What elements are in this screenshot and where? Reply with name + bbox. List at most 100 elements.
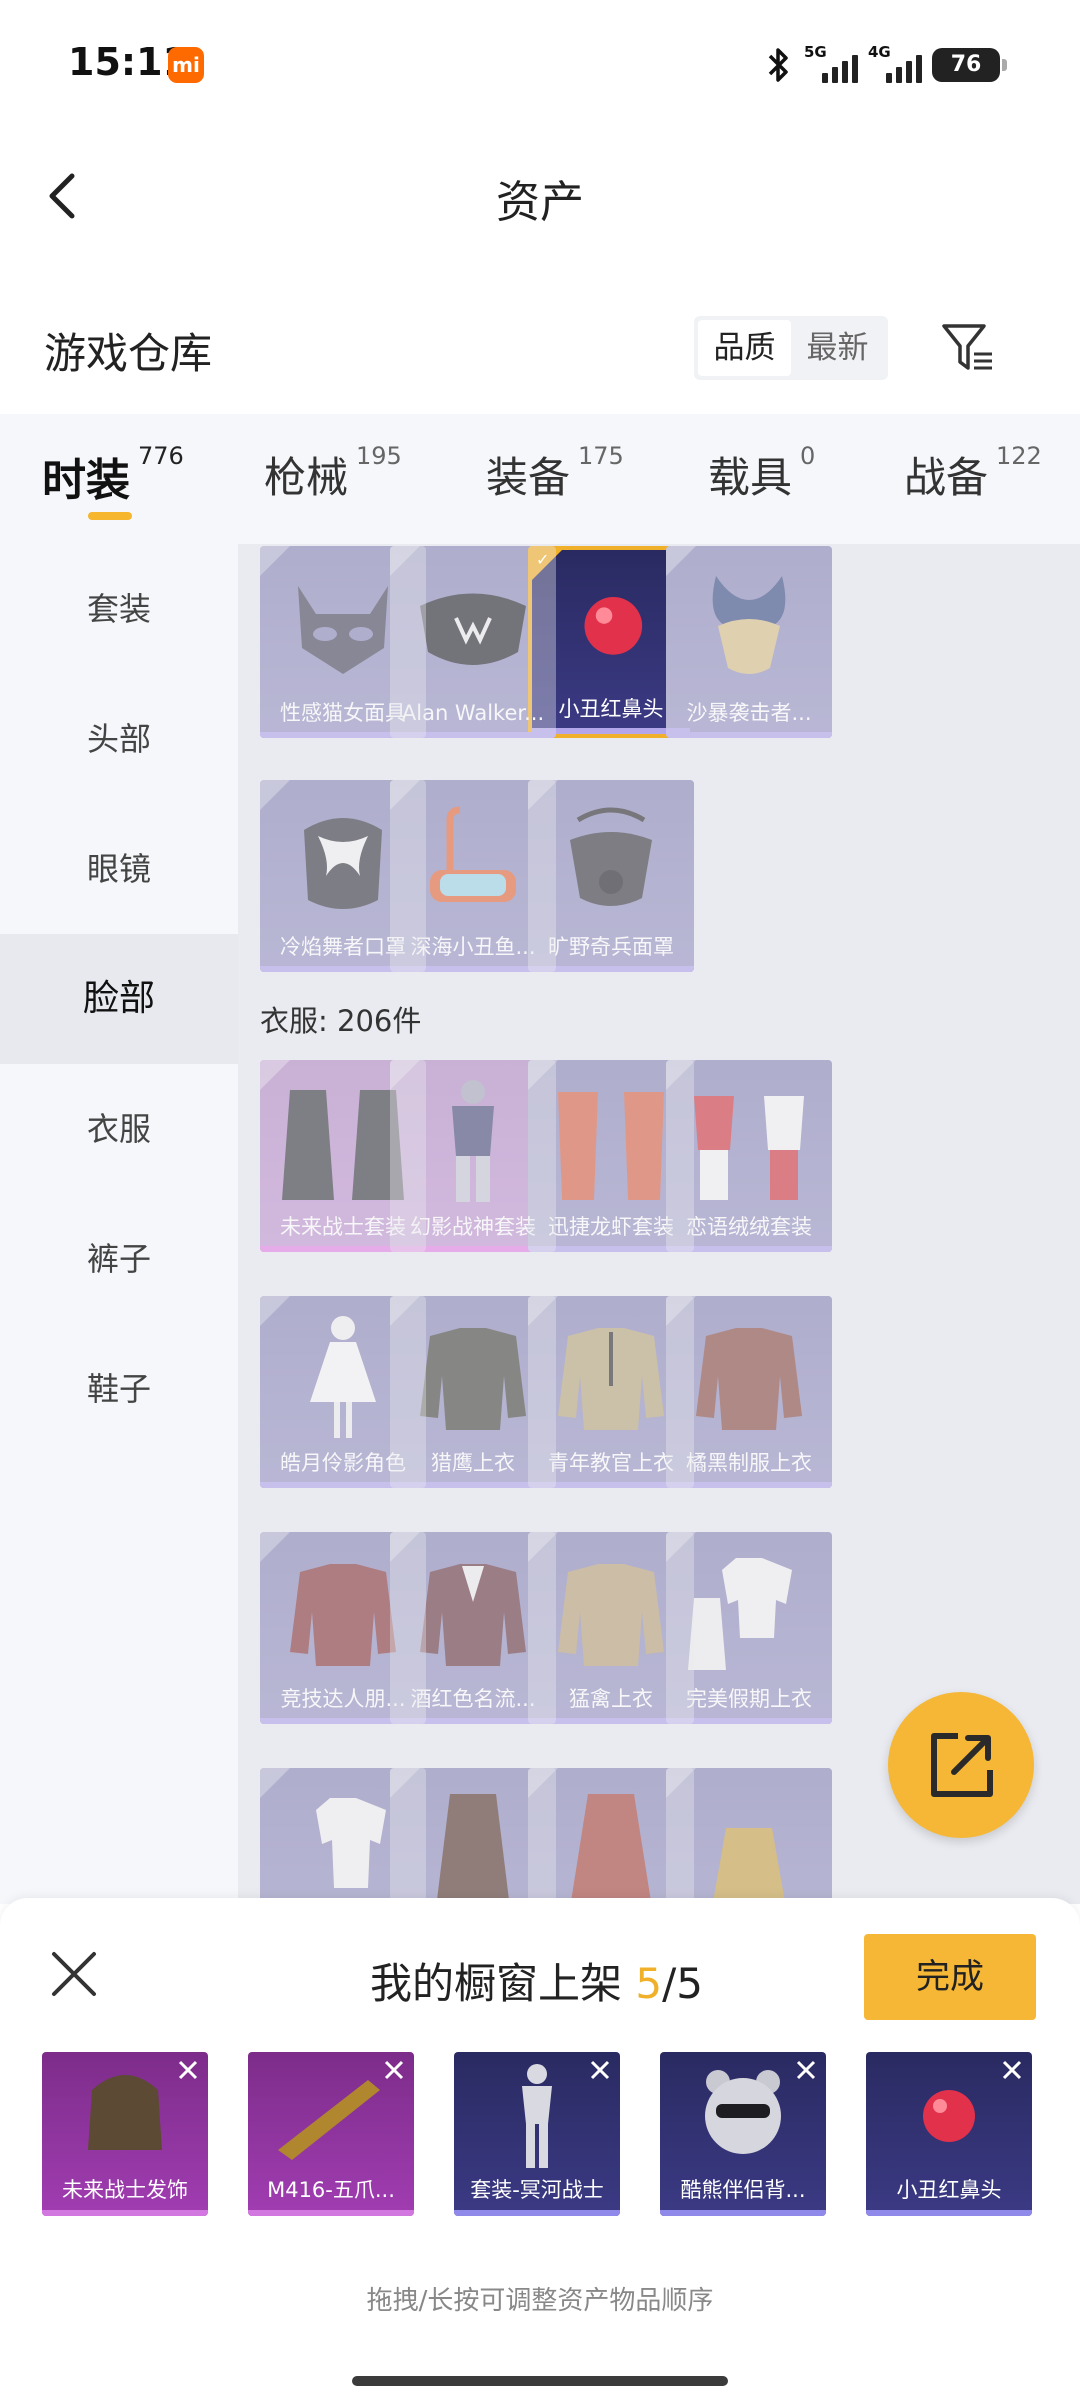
- face-mask-icon: [420, 593, 526, 665]
- battery-icon: 76: [932, 48, 1007, 82]
- subcategory-sidebar: 套装 头部 眼镜 脸部 衣服 裤子 鞋子: [0, 544, 238, 1904]
- filter-icon[interactable]: [938, 318, 998, 378]
- sort-toggle: 品质 最新: [694, 316, 888, 380]
- item-card[interactable]: [666, 1768, 832, 1904]
- showcase-count-separator: /: [662, 1959, 677, 2008]
- tab-weapons[interactable]: 枪械 195: [264, 442, 402, 505]
- rarity-strip: [248, 2210, 414, 2216]
- check-corner: [528, 780, 558, 810]
- bluetooth-icon: [768, 48, 788, 82]
- item-card[interactable]: 恋语绒绒套装: [666, 1060, 832, 1252]
- showcase-list: 未来战士发饰 M416-五爪... 套装-冥河战士 酷熊伴侣背... 小丑红鼻头: [42, 2052, 1042, 2216]
- item-card[interactable]: 沙暴袭击者...: [666, 546, 832, 738]
- rarity-strip: [666, 1718, 832, 1724]
- sort-newest-button[interactable]: 最新: [791, 320, 884, 376]
- rarity-strip: [390, 732, 556, 738]
- item-label: 恋语绒绒套装: [686, 1215, 812, 1239]
- check-corner: [390, 780, 420, 810]
- check-corner: [528, 1532, 558, 1562]
- item-label: Alan Walker...: [401, 701, 545, 725]
- showcase-item-label: 套装-冥河战士: [470, 2178, 604, 2202]
- showcase-current-count: 5: [635, 1959, 663, 2008]
- golden-mask-icon: [712, 576, 786, 674]
- share-icon: [931, 1733, 993, 1797]
- jacket-icon: [712, 1828, 786, 1904]
- showcase-item[interactable]: 套装-冥河战士: [454, 2052, 620, 2216]
- showcase-item[interactable]: 酷熊伴侣背...: [660, 2052, 826, 2216]
- remove-icon[interactable]: [792, 2056, 820, 2084]
- check-corner: [666, 1296, 696, 1326]
- sidebar-item-outfit[interactable]: 套装: [0, 544, 238, 674]
- showcase-item[interactable]: 未来战士发饰: [42, 2052, 208, 2216]
- sidebar-item-head[interactable]: 头部: [0, 674, 238, 804]
- tab-label: 装备: [486, 453, 571, 502]
- showcase-item-label: M416-五爪...: [267, 2178, 395, 2202]
- tab-count: 122: [996, 442, 1042, 470]
- check-corner: [260, 1532, 290, 1562]
- category-tabs: 时装 776 枪械 195 装备 175 载具 0 战备 122: [0, 414, 1080, 544]
- item-card[interactable]: 旷野奇兵面罩: [528, 780, 694, 972]
- respirator-icon: [570, 807, 652, 906]
- done-button[interactable]: 完成: [864, 1934, 1036, 2020]
- check-corner: [666, 1060, 696, 1090]
- check-corner: [390, 546, 420, 576]
- close-icon[interactable]: [48, 1948, 100, 2000]
- shirt-icon: [688, 1558, 792, 1670]
- remove-icon[interactable]: [998, 2056, 1026, 2084]
- showcase-title: 我的橱窗上架 5/5: [370, 1950, 703, 2011]
- tab-supplies[interactable]: 战备 122: [904, 442, 1042, 505]
- item-card[interactable]: Alan Walker...: [390, 546, 556, 738]
- status-bar: 15:11 mi 5G 4G 76: [0, 0, 1080, 130]
- item-card[interactable]: 橘黑制服上衣: [666, 1296, 832, 1488]
- check-corner: [390, 1060, 420, 1090]
- status-icons: 5G 4G 76: [764, 40, 1007, 90]
- tab-equipment[interactable]: 装备 175: [486, 442, 624, 505]
- showcase-total-count: 5: [676, 1959, 703, 2008]
- check-corner: [390, 1532, 420, 1562]
- showcase-item[interactable]: 小丑红鼻头: [866, 2052, 1032, 2216]
- check-corner: [260, 546, 290, 576]
- check-corner: [666, 1768, 696, 1798]
- clothes-section-label: 衣服: 206件: [260, 1004, 422, 1038]
- home-indicator[interactable]: [352, 2376, 728, 2386]
- tab-fashion[interactable]: 时装 776: [42, 442, 184, 508]
- remove-icon[interactable]: [586, 2056, 614, 2084]
- tab-count: 175: [578, 442, 624, 470]
- check-corner: [390, 1296, 420, 1326]
- app-header: 资产: [0, 140, 1080, 250]
- check-corner: [260, 1768, 290, 1798]
- signal-4g-label: 4G: [868, 43, 891, 61]
- sidebar-item-pants[interactable]: 裤子: [0, 1194, 238, 1324]
- showcase-item-label: 小丑红鼻头: [896, 2178, 1002, 2202]
- reorder-hint: 拖拽/长按可调整资产物品顺序: [366, 2286, 714, 2316]
- sidebar-item-clothes[interactable]: 衣服: [0, 1064, 238, 1194]
- rarity-strip: [666, 1246, 832, 1252]
- remove-icon[interactable]: [174, 2056, 202, 2084]
- item-card[interactable]: 完美假期上衣: [666, 1532, 832, 1724]
- rarity-strip: [42, 2210, 208, 2216]
- warehouse-title: 游戏仓库: [44, 329, 213, 378]
- showcase-panel: 我的橱窗上架 5/5 完成 未来战士发饰 M416-五爪... 套装-冥河战士 …: [0, 1898, 1080, 2403]
- page-title: 资产: [496, 177, 584, 228]
- sidebar-item-glasses[interactable]: 眼镜: [0, 804, 238, 934]
- check-icon: ✓: [536, 550, 550, 569]
- check-corner: [528, 1296, 558, 1326]
- check-corner: [666, 546, 696, 576]
- check-corner: [260, 780, 290, 810]
- showcase-item[interactable]: M416-五爪...: [248, 2052, 414, 2216]
- tab-count: 776: [138, 442, 184, 470]
- fluffy-outfit-icon: [694, 1096, 804, 1200]
- sort-quality-button[interactable]: 品质: [698, 320, 791, 376]
- tab-vehicles[interactable]: 载具 0: [708, 442, 815, 505]
- check-corner: [260, 1296, 290, 1326]
- item-label: 完美假期上衣: [686, 1687, 812, 1711]
- sidebar-item-shoes[interactable]: 鞋子: [0, 1324, 238, 1454]
- rarity-strip: [454, 2210, 620, 2216]
- signal-5g-icon: 5G: [804, 43, 858, 83]
- share-button[interactable]: [888, 1692, 1034, 1838]
- check-corner: [390, 1768, 420, 1798]
- item-label: 旷野奇兵面罩: [548, 935, 674, 959]
- sidebar-item-face[interactable]: 脸部: [0, 934, 238, 1064]
- remove-icon[interactable]: [380, 2056, 408, 2084]
- tab-label: 时装: [42, 455, 130, 506]
